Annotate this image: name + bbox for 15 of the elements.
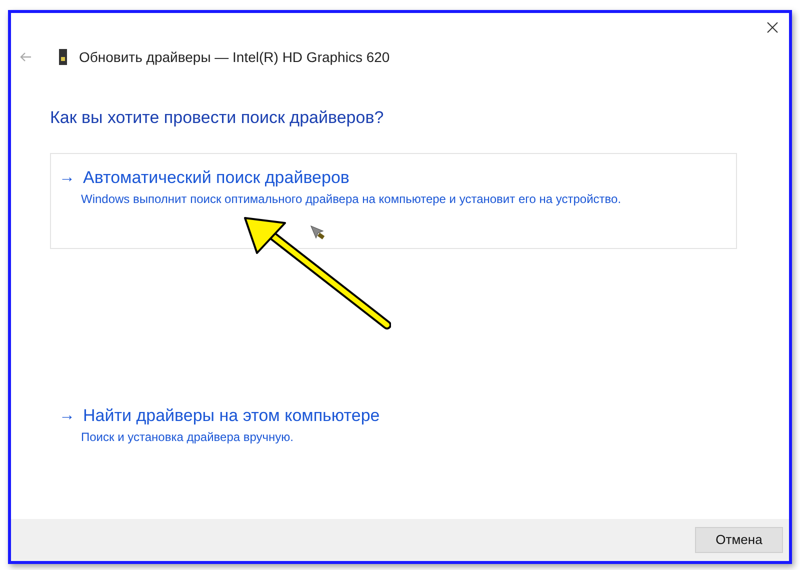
option-title: Автоматический поиск драйверов [83,167,350,189]
close-icon [766,22,778,32]
arrow-glyph: → [59,168,75,188]
back-arrow-icon [20,52,32,62]
option-link[interactable]: → Автоматический поиск драйверов Windows выполнит поиск оптимального драйвера на компьютере и установит его на устройство. [50,153,737,249]
cancel-button[interactable]: Отмена [695,527,783,553]
device-icon [59,49,67,65]
option-link[interactable]: → Найти драйверы на этом компьютере Поиск и установка драйвера вручную. [50,391,737,483]
option-description: Поиск и установка драйвера вручную. [80,429,294,446]
arrow-glyph: → [59,406,75,426]
window-title: Обновить драйверы — Intel(R) HD Graphics 620 [79,48,390,67]
option-title: Найти драйверы на этом компьютере [83,405,380,427]
option-description: Windows выполнит поиск оптимального драйвера на компьютере и установит его на устройство. [80,191,622,208]
dialog-heading: Как вы хотите провести поиск драйверов? [50,107,385,129]
mouse-cursor-icon [310,225,326,241]
